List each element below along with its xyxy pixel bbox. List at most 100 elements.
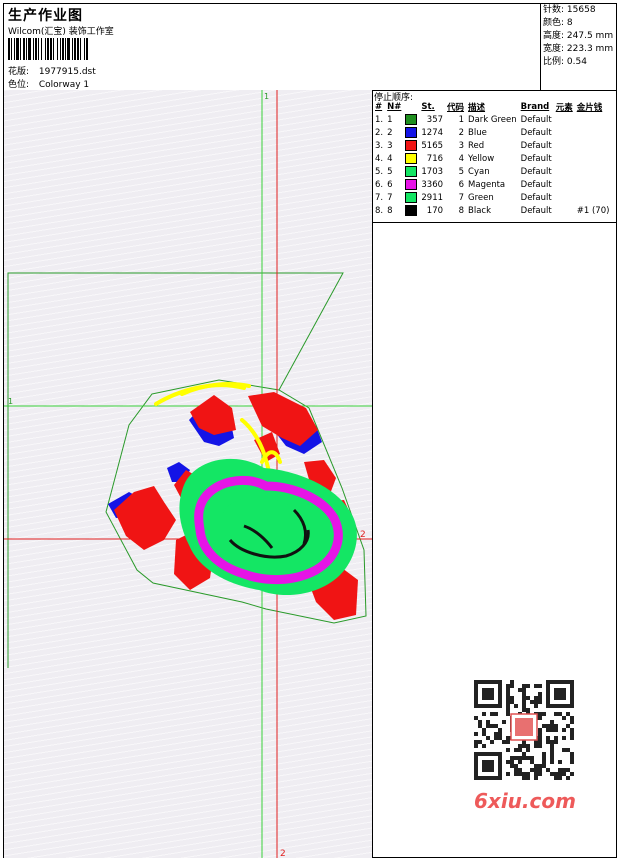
row-extra: #1 (70) <box>576 205 610 216</box>
axis-label-bottom: 2 <box>280 849 286 858</box>
table-header-row: # N# St. 代码 描述 Brand 元素 金片钱 <box>373 101 611 113</box>
company-name: Wilcom(汇宝) 装饰工作室 <box>8 27 114 37</box>
table-row: 4. 4 716 4 Yellow Default <box>373 152 611 165</box>
col-brand: Brand <box>520 102 550 112</box>
row-num: 5. <box>375 166 384 177</box>
page-title: 生产作业图 <box>8 8 83 24</box>
color-swatch <box>403 165 419 178</box>
row-element <box>554 191 575 204</box>
row-code: 4 <box>458 153 465 164</box>
row-code: 7 <box>458 192 465 203</box>
row-desc: Yellow <box>468 153 495 164</box>
row-element <box>554 126 575 139</box>
row-brand: Default <box>520 179 552 190</box>
row-brand: Default <box>520 140 552 151</box>
axis-label-left: 1 <box>8 397 13 406</box>
swatch-box <box>405 166 418 177</box>
col-swatch <box>403 101 419 113</box>
swatch-box <box>405 192 418 203</box>
swatch-box <box>405 205 418 216</box>
row-num: 7. <box>375 192 384 203</box>
row-brand: Default <box>520 127 552 138</box>
row-num: 3. <box>375 140 384 151</box>
stop-sequence-table: # N# St. 代码 描述 Brand 元素 金片钱 1. 1 357 1 Dark … <box>373 101 611 217</box>
col-n: N# <box>387 102 402 112</box>
colorway-value: Colorway 1 <box>38 80 90 90</box>
axis-label-right: 2 <box>360 530 366 540</box>
colorway-label: 色位: <box>8 80 30 90</box>
row-element <box>554 113 575 126</box>
swatch-box <box>405 140 418 151</box>
colorway-row: 色位: Colorway 1 <box>8 77 89 90</box>
table-row: 8. 8 170 8 Black Default #1 (70) <box>373 204 611 217</box>
swatch-box <box>405 114 418 125</box>
row-extra <box>575 152 612 165</box>
row-element <box>554 152 575 165</box>
color-swatch <box>403 139 419 152</box>
row-stitches: 1274 <box>421 127 444 138</box>
row-extra <box>575 191 612 204</box>
col-st: St. <box>421 102 435 112</box>
row-desc: Red <box>468 140 485 151</box>
table-row: 5. 5 1703 5 Cyan Default <box>373 165 611 178</box>
col-element: 元素 <box>555 103 573 113</box>
row-stitches: 170 <box>426 205 444 216</box>
row-element <box>554 165 575 178</box>
color-swatch <box>403 178 419 191</box>
row-extra <box>575 165 612 178</box>
col-code: 代码 <box>447 103 465 113</box>
row-n: 5 <box>387 166 393 177</box>
row-stitches: 2911 <box>421 192 444 203</box>
row-code: 5 <box>458 166 465 177</box>
row-n: 6 <box>387 179 393 190</box>
design-value: 1977915.dst <box>38 67 96 77</box>
swatch-box <box>405 153 418 164</box>
design-canvas: 1 1 2 2 <box>4 90 373 858</box>
row-element <box>554 204 575 217</box>
row-stitches: 357 <box>426 114 444 125</box>
row-extra <box>575 178 612 191</box>
row-stitches: 3360 <box>421 179 444 190</box>
color-swatch <box>403 113 419 126</box>
col-desc: 描述 <box>468 103 486 113</box>
row-desc: Cyan <box>468 166 490 177</box>
row-desc: Magenta <box>468 179 506 190</box>
row-brand: Default <box>520 166 552 177</box>
table-row: 3. 3 5165 3 Red Default <box>373 139 611 152</box>
table-row: 1. 1 357 1 Dark Green Default <box>373 113 611 126</box>
stats-panel: 针数: 15658 颜色: 8 高度: 247.5 mm 宽度: 223.3 m… <box>540 4 617 90</box>
row-code: 2 <box>458 127 465 138</box>
color-swatch <box>403 126 419 139</box>
row-n: 3 <box>387 140 393 151</box>
col-sequin: 金片钱 <box>576 103 603 113</box>
row-desc: Blue <box>468 127 487 138</box>
embroidery-preview: 1 1 2 2 <box>4 90 372 858</box>
row-brand: Default <box>520 192 552 203</box>
row-stitches: 716 <box>426 153 444 164</box>
stat-height: 高度: 247.5 mm <box>543 31 614 41</box>
row-n: 2 <box>387 127 393 138</box>
swatch-box <box>405 179 418 190</box>
row-num: 8. <box>375 205 384 216</box>
row-num: 6. <box>375 179 384 190</box>
row-n: 8 <box>387 205 393 216</box>
row-extra <box>575 113 612 126</box>
divider <box>372 222 616 223</box>
row-num: 1. <box>375 114 384 125</box>
axis-label-top: 1 <box>264 92 269 101</box>
row-num: 4. <box>375 153 384 164</box>
row-stitches: 1703 <box>421 166 444 177</box>
table-row: 7. 7 2911 7 Green Default <box>373 191 611 204</box>
row-code: 8 <box>458 205 465 216</box>
row-n: 4 <box>387 153 393 164</box>
table-row: 2. 2 1274 2 Blue Default <box>373 126 611 139</box>
row-extra <box>575 126 612 139</box>
row-code: 3 <box>458 140 465 151</box>
row-brand: Default <box>520 114 552 125</box>
color-swatch <box>403 152 419 165</box>
row-extra <box>575 139 612 152</box>
stat-width: 宽度: 223.3 mm <box>543 44 614 54</box>
color-swatch <box>403 204 419 217</box>
row-n: 7 <box>387 192 393 203</box>
row-n: 1 <box>387 114 393 125</box>
